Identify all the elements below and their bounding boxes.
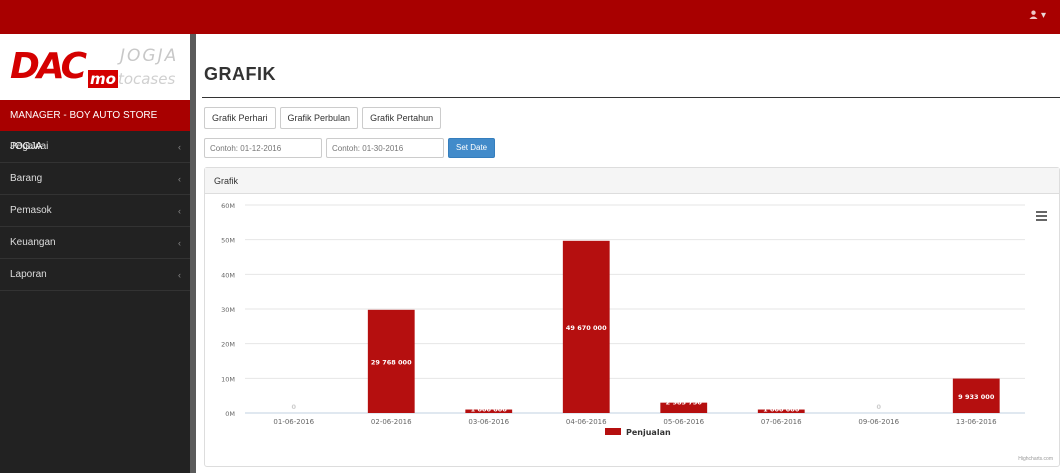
title-divider [202, 97, 1060, 98]
sidebar-item-label: Laporan [10, 269, 47, 280]
sidebar: DAC JOGJA mo tocases MANAGER - BOY AUTO S… [0, 34, 190, 473]
sales-chart: 0M 10M 20M 30M 40M 50M 60M 01-06-2016 0 02-06-201… [221, 202, 1025, 437]
y-tick-label: 20M [221, 341, 235, 349]
tab-grafik-perhari[interactable]: Grafik Perhari [204, 107, 276, 129]
top-navbar: ▾ [0, 0, 1060, 34]
chevron-left-icon: ‹ [178, 238, 181, 248]
data-label: 0 [291, 403, 296, 411]
data-label: 2 983 750 [666, 399, 703, 407]
main-content: GRAFIK Grafik Perhari Grafik Perbulan Gr… [190, 34, 1060, 473]
chart-type-tabs: Grafik Perhari Grafik Perbulan Grafik Pe… [204, 107, 442, 129]
sidebar-item-pegawai[interactable]: Pegawai ‹ [0, 131, 190, 163]
chart-panel: Grafik 0M 10M 20M 30M 40M 50M 60M 01-06-2016 0 02… [204, 167, 1060, 467]
y-tick-label: 60M [221, 202, 235, 210]
y-tick-label: 0M [225, 410, 235, 418]
date-from-input[interactable] [204, 138, 322, 158]
data-label: 9 933 000 [958, 393, 995, 401]
sidebar-item-keuangan[interactable]: Keuangan ‹ [0, 227, 190, 259]
x-tick-label: 02-06-2016 [371, 418, 412, 426]
x-tick-label: 07-06-2016 [761, 418, 802, 426]
data-label: 49 670 000 [566, 324, 607, 332]
x-tick-label: 03-06-2016 [468, 418, 509, 426]
data-label: 1 000 000 [471, 406, 508, 414]
user-menu[interactable]: ▾ [1029, 10, 1046, 21]
legend-label[interactable]: Penjualan [626, 428, 671, 437]
legend-swatch [605, 428, 621, 435]
date-filter: Set Date [204, 138, 496, 158]
page-title: GRAFIK [204, 64, 276, 84]
user-icon [1029, 10, 1038, 19]
chevron-down-icon: ▾ [1040, 10, 1046, 21]
role-label: MANAGER - BOY AUTO STORE JOGJA [0, 100, 190, 152]
sidebar-item-barang[interactable]: Barang ‹ [0, 163, 190, 195]
tab-grafik-pertahun[interactable]: Grafik Pertahun [362, 107, 442, 129]
tab-grafik-perbulan[interactable]: Grafik Perbulan [279, 107, 359, 129]
sidebar-item-pemasok[interactable]: Pemasok ‹ [0, 195, 190, 227]
x-tick-label: 05-06-2016 [663, 418, 704, 426]
logo-sub: mo tocases [88, 70, 175, 88]
sidebar-item-label: Barang [10, 173, 43, 184]
logo-sub-a: mo [88, 70, 118, 88]
chevron-left-icon: ‹ [178, 142, 181, 152]
panel-title: Grafik [205, 168, 1059, 194]
chevron-left-icon: ‹ [178, 206, 181, 216]
data-label: 0 [876, 403, 881, 411]
sidebar-item-label: Keuangan [10, 237, 56, 248]
y-tick-label: 30M [221, 306, 235, 314]
set-date-button[interactable]: Set Date [448, 138, 496, 158]
data-label: 1 000 000 [763, 406, 800, 414]
logo-city: JOGJA [120, 46, 179, 66]
x-tick-label: 09-06-2016 [858, 418, 899, 426]
y-tick-label: 50M [221, 237, 235, 245]
y-tick-label: 10M [221, 375, 235, 383]
date-to-input[interactable] [326, 138, 444, 158]
chevron-left-icon: ‹ [178, 174, 181, 184]
logo-main: DAC [10, 46, 87, 87]
data-label: 29 768 000 [371, 358, 412, 366]
chart-credits[interactable]: Highcharts.com [1018, 456, 1053, 462]
sidebar-item-label: Pegawai [10, 141, 49, 152]
x-tick-label: 01-06-2016 [273, 418, 314, 426]
y-tick-label: 40M [221, 271, 235, 279]
logo[interactable]: DAC JOGJA mo tocases [0, 34, 190, 100]
x-tick-label: 04-06-2016 [566, 418, 607, 426]
chevron-left-icon: ‹ [178, 270, 181, 280]
x-tick-label: 13-06-2016 [956, 418, 997, 426]
sidebar-item-laporan[interactable]: Laporan ‹ [0, 259, 190, 291]
sidebar-item-label: Pemasok [10, 205, 52, 216]
logo-sub-b: tocases [117, 70, 176, 88]
